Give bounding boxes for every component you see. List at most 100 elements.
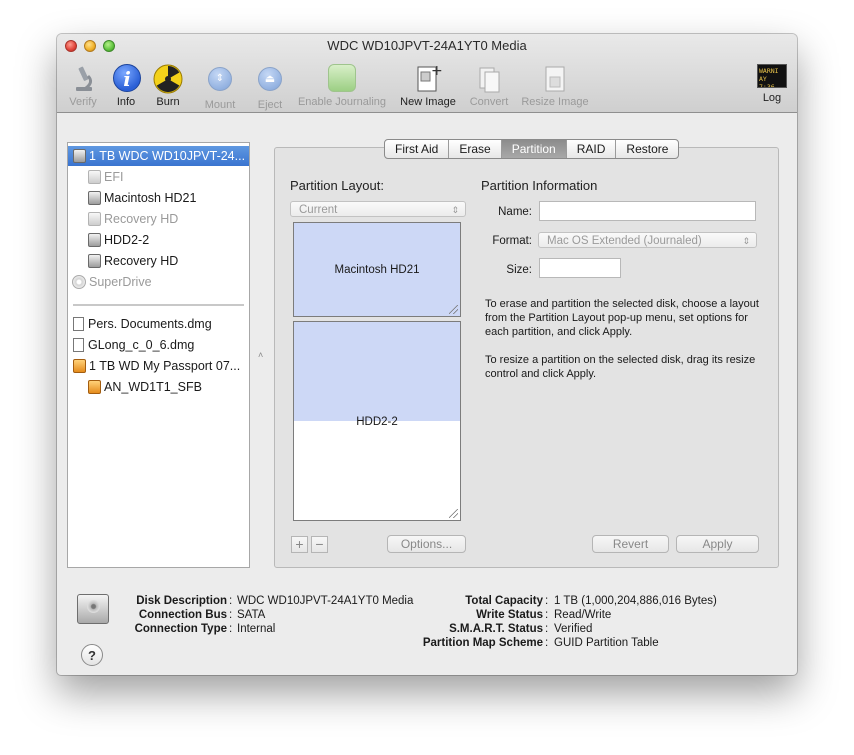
tab-restore[interactable]: Restore (616, 140, 678, 158)
volume-icon (88, 253, 101, 268)
partition-size-field[interactable] (539, 258, 621, 278)
hard-disk-icon (73, 148, 86, 163)
sidebar-item-label: Recovery HD (104, 254, 179, 268)
resize-image-icon (540, 64, 570, 94)
partition-block-macintosh-hd21[interactable]: Macintosh HD21 (293, 222, 461, 317)
eject-icon: ⏏ (255, 67, 285, 97)
remove-partition-button[interactable]: − (311, 536, 328, 553)
eject-button[interactable]: ⏏ Eject (255, 64, 285, 111)
tab-erase[interactable]: Erase (449, 140, 502, 158)
detail-value: 1 TB (1,000,204,886,016 Bytes) (554, 595, 717, 607)
format-popup[interactable]: Mac OS Extended (Journaled) ⇕ (538, 232, 757, 248)
partition-information-title: Partition Information (481, 178, 598, 193)
external-disk-icon (73, 358, 86, 373)
external-volume-icon (88, 379, 101, 394)
mount-icon: ⇕ (205, 67, 235, 97)
volume-icon (88, 190, 101, 205)
sidebar-item-macintosh-hd21[interactable]: Macintosh HD21 (68, 188, 249, 208)
partition-layout-popup[interactable]: Current ⇕ (290, 201, 466, 217)
svg-text:+: + (431, 64, 443, 79)
detail-label: Write Status (476, 609, 543, 621)
sidebar-item-superdrive[interactable]: SuperDrive (68, 272, 249, 292)
info-icon: i (112, 64, 142, 94)
sidebar-item-label: Pers. Documents.dmg (88, 317, 212, 331)
info-button[interactable]: i Info (112, 64, 142, 108)
revert-button[interactable]: Revert (592, 535, 669, 553)
resize-grip-icon[interactable] (449, 509, 458, 518)
volume-icon (88, 211, 101, 226)
detail-separator: : (545, 595, 549, 607)
tab-raid[interactable]: RAID (567, 140, 617, 158)
burn-radiation-icon (153, 64, 183, 94)
sidebar-item-label: EFI (104, 170, 124, 184)
window-title: WDC WD10JPVT-24A1YT0 Media (327, 38, 527, 53)
tab-partition[interactable]: Partition (501, 140, 567, 158)
sidebar-item-label: Macintosh HD21 (104, 191, 197, 205)
detail-value: Verified (554, 623, 593, 635)
mount-button[interactable]: ⇕ Mount (200, 64, 240, 111)
detail-separator: : (545, 637, 549, 649)
burn-button[interactable]: Burn (153, 64, 183, 108)
new-image-icon: + (413, 63, 443, 94)
disk-utility-window: WDC WD10JPVT-24A1YT0 Media Verify i Info… (57, 34, 797, 675)
sidebar-item-recovery-hd-1[interactable]: Recovery HD (68, 209, 249, 229)
verify-button[interactable]: Verify (65, 64, 101, 108)
microscope-icon (68, 64, 98, 94)
partition-name-field[interactable] (539, 201, 756, 221)
sidebar-disk-list[interactable]: 1 TB WDC WD10JPVT-24... EFI Macintosh HD… (67, 142, 250, 568)
detail-label: Connection Bus (138, 609, 227, 621)
name-label: Name: (498, 206, 532, 218)
resize-grip-icon[interactable] (449, 305, 458, 314)
sidebar-item-label: HDD2-2 (104, 233, 150, 247)
sidebar-item-glong-dmg[interactable]: GLong_c_0_6.dmg (68, 335, 249, 355)
detail-value: Read/Write (554, 609, 612, 621)
detail-label: Disk Description (136, 595, 227, 607)
apply-button[interactable]: Apply (676, 535, 759, 553)
partition-help-text-1: To erase and partition the selected disk… (485, 298, 759, 338)
detail-label: Connection Type (134, 623, 227, 635)
sidebar-item-label: AN_WD1T1_SFB (104, 380, 202, 394)
split-view-handle[interactable]: ˄ (258, 350, 263, 360)
partition-layout-title: Partition Layout: (290, 178, 384, 193)
detail-value: Internal (237, 623, 276, 635)
partition-help-text-2: To resize a partition on the selected di… (485, 354, 756, 380)
convert-button[interactable]: Convert (465, 64, 513, 108)
sidebar-item-an-wd1t1-sfb[interactable]: AN_WD1T1_SFB (68, 377, 249, 397)
detail-separator: : (545, 609, 549, 621)
popup-arrows-icon: ⇕ (451, 205, 459, 215)
new-image-button[interactable]: + New Image (398, 63, 458, 108)
partition-block-hdd2-2[interactable]: HDD2-2 (293, 321, 461, 521)
popup-arrows-icon: ⇕ (742, 236, 750, 246)
help-button[interactable]: ? (81, 644, 103, 666)
detail-label: Partition Map Scheme (422, 637, 543, 649)
detail-value: SATA (237, 609, 266, 621)
detail-separator: : (229, 609, 233, 621)
sidebar-item-efi[interactable]: EFI (68, 167, 249, 187)
sidebar-item-recovery-hd-2[interactable]: Recovery HD (68, 251, 249, 271)
detail-separator: : (229, 623, 233, 635)
format-label: Format: (492, 235, 532, 247)
detail-label: Total Capacity (465, 595, 543, 607)
sidebar-item-hdd2-2[interactable]: HDD2-2 (68, 230, 249, 250)
detail-separator: : (229, 595, 233, 607)
volume-icon (88, 232, 101, 247)
sidebar-item-pers-documents-dmg[interactable]: Pers. Documents.dmg (68, 314, 249, 334)
sidebar-item-wd-my-passport[interactable]: 1 TB WD My Passport 07... (68, 356, 249, 376)
options-button[interactable]: Options... (387, 535, 466, 553)
detail-separator: : (545, 623, 549, 635)
optical-disc-icon (72, 274, 86, 289)
sidebar-item-label: Recovery HD (104, 212, 179, 226)
log-button[interactable]: WARNI AY 7:36 Log (755, 64, 789, 104)
sidebar-item-label: SuperDrive (89, 275, 152, 289)
detail-value: GUID Partition Table (554, 637, 659, 649)
log-console-icon: WARNI AY 7:36 (757, 64, 787, 88)
sidebar-item-label: 1 TB WDC WD10JPVT-24... (89, 149, 246, 163)
disk-image-icon (73, 337, 84, 352)
enable-journaling-button[interactable]: Enable Journaling (295, 64, 389, 108)
sidebar-item-disk-wdc[interactable]: 1 TB WDC WD10JPVT-24... (68, 146, 249, 166)
resize-image-button[interactable]: Resize Image (519, 64, 591, 108)
add-partition-button[interactable]: + (291, 536, 308, 553)
tab-first-aid[interactable]: First Aid (385, 140, 450, 158)
toolbar: WDC WD10JPVT-24A1YT0 Media Verify i Info… (57, 34, 797, 113)
hard-disk-icon (77, 594, 109, 624)
